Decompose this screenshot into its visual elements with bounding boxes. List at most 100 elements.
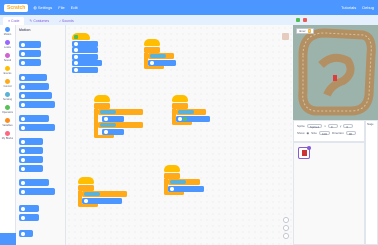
- edit-menu[interactable]: Edit: [71, 5, 78, 10]
- number-input[interactable]: [74, 67, 78, 72]
- palette-block[interactable]: [19, 165, 43, 172]
- script-stack[interactable]: [72, 33, 102, 73]
- number-input[interactable]: [21, 166, 25, 171]
- sensing-condition[interactable]: [100, 110, 116, 114]
- number-input[interactable]: [74, 54, 78, 59]
- zoom-out-button[interactable]: [283, 225, 289, 231]
- event-hat-block[interactable]: [144, 39, 160, 46]
- palette-block[interactable]: [19, 50, 41, 57]
- if-block[interactable]: [98, 109, 143, 115]
- number-input[interactable]: [21, 102, 25, 107]
- category-events[interactable]: Events: [0, 64, 15, 77]
- palette-block[interactable]: [19, 59, 41, 66]
- stop-button[interactable]: [303, 18, 307, 22]
- motion-block[interactable]: [72, 40, 98, 47]
- number-input[interactable]: [104, 129, 108, 134]
- zoom-in-button[interactable]: [283, 217, 289, 223]
- palette-block[interactable]: [19, 138, 43, 145]
- when-flag-clicked-block[interactable]: [72, 33, 90, 40]
- sensing-condition[interactable]: [170, 180, 186, 184]
- forever-block[interactable]: [164, 172, 180, 179]
- palette-block[interactable]: [19, 156, 43, 163]
- script-stack[interactable]: [172, 95, 214, 126]
- script-stack[interactable]: [144, 39, 184, 70]
- number-input[interactable]: [21, 148, 25, 153]
- x-input[interactable]: 0: [327, 124, 338, 129]
- if-block[interactable]: [82, 191, 127, 197]
- category-variables[interactable]: Variables: [0, 116, 15, 129]
- motion-block[interactable]: [72, 47, 98, 53]
- palette-block[interactable]: [19, 74, 47, 81]
- palette-block[interactable]: [19, 179, 49, 186]
- palette-block[interactable]: [19, 41, 41, 48]
- number-input[interactable]: [104, 116, 108, 121]
- event-hat-block[interactable]: [164, 165, 180, 172]
- stage[interactable]: timer 0: [293, 25, 378, 120]
- category-looks[interactable]: Looks: [0, 38, 15, 51]
- motion-block[interactable]: [148, 59, 176, 66]
- category-my-blocks[interactable]: My Blocks: [0, 129, 15, 142]
- visible-icon[interactable]: ◉: [307, 131, 310, 135]
- event-hat-block[interactable]: [94, 95, 110, 102]
- zoom-reset-button[interactable]: [283, 233, 289, 239]
- scratch-logo[interactable]: Scratch: [4, 3, 29, 12]
- motion-block[interactable]: [72, 53, 98, 60]
- y-input[interactable]: 0: [343, 124, 354, 129]
- sensing-condition[interactable]: [100, 123, 116, 127]
- number-input[interactable]: [21, 125, 25, 130]
- forever-block[interactable]: [172, 102, 188, 109]
- green-flag-button[interactable]: [296, 18, 300, 22]
- palette-block[interactable]: [19, 101, 55, 108]
- palette-block[interactable]: [19, 83, 49, 90]
- motion-block[interactable]: [102, 128, 124, 135]
- number-input[interactable]: [21, 231, 25, 236]
- category-sensing[interactable]: Sensing: [0, 90, 15, 103]
- number-input[interactable]: [21, 84, 25, 89]
- palette-block[interactable]: [19, 205, 39, 212]
- tab-sounds[interactable]: ♪ Sounds: [54, 17, 79, 25]
- number-input[interactable]: [74, 48, 78, 52]
- sensing-condition[interactable]: [84, 192, 100, 196]
- palette-block[interactable]: [19, 115, 49, 122]
- tutorials-menu[interactable]: Tutorials: [341, 5, 356, 10]
- motion-block[interactable]: [176, 115, 210, 122]
- motion-block[interactable]: [72, 60, 102, 66]
- add-extension-button[interactable]: [0, 233, 16, 245]
- if-block[interactable]: [148, 53, 174, 59]
- forever-block[interactable]: [94, 102, 110, 109]
- motion-block[interactable]: [102, 115, 124, 122]
- event-hat-block[interactable]: [172, 95, 188, 102]
- category-operators[interactable]: Operators: [0, 103, 15, 116]
- if-block[interactable]: [176, 109, 206, 115]
- palette-block[interactable]: [19, 188, 55, 195]
- if-block[interactable]: [98, 122, 143, 128]
- number-input[interactable]: [21, 189, 25, 194]
- number-input[interactable]: [178, 116, 182, 121]
- stage-selector[interactable]: Stage: [365, 120, 378, 245]
- delete-sprite-icon[interactable]: [307, 146, 311, 150]
- motion-block[interactable]: [82, 197, 122, 204]
- tab-code[interactable]: ≡ Code: [3, 17, 25, 25]
- number-input[interactable]: [21, 180, 25, 185]
- number-input[interactable]: [84, 198, 88, 203]
- number-input[interactable]: [21, 75, 25, 80]
- event-hat-block[interactable]: [78, 177, 94, 184]
- palette-block[interactable]: [19, 147, 43, 154]
- category-sound[interactable]: Sound: [0, 51, 15, 64]
- sprite-name-input[interactable]: Sprite1: [306, 124, 323, 129]
- script-stack[interactable]: [78, 177, 133, 208]
- number-input[interactable]: [21, 93, 25, 98]
- script-workspace[interactable]: [66, 25, 293, 245]
- number-input[interactable]: [21, 206, 25, 211]
- number-input[interactable]: [21, 42, 25, 47]
- number-input[interactable]: [74, 61, 78, 65]
- number-input[interactable]: [21, 51, 25, 56]
- palette-block[interactable]: [19, 214, 39, 221]
- palette-block[interactable]: [19, 92, 52, 99]
- number-input[interactable]: [21, 215, 25, 220]
- motion-block[interactable]: [72, 66, 98, 73]
- motion-block[interactable]: [168, 185, 204, 192]
- number-input[interactable]: [150, 60, 154, 65]
- number-input[interactable]: [21, 60, 25, 65]
- direction-input[interactable]: 90: [345, 131, 356, 136]
